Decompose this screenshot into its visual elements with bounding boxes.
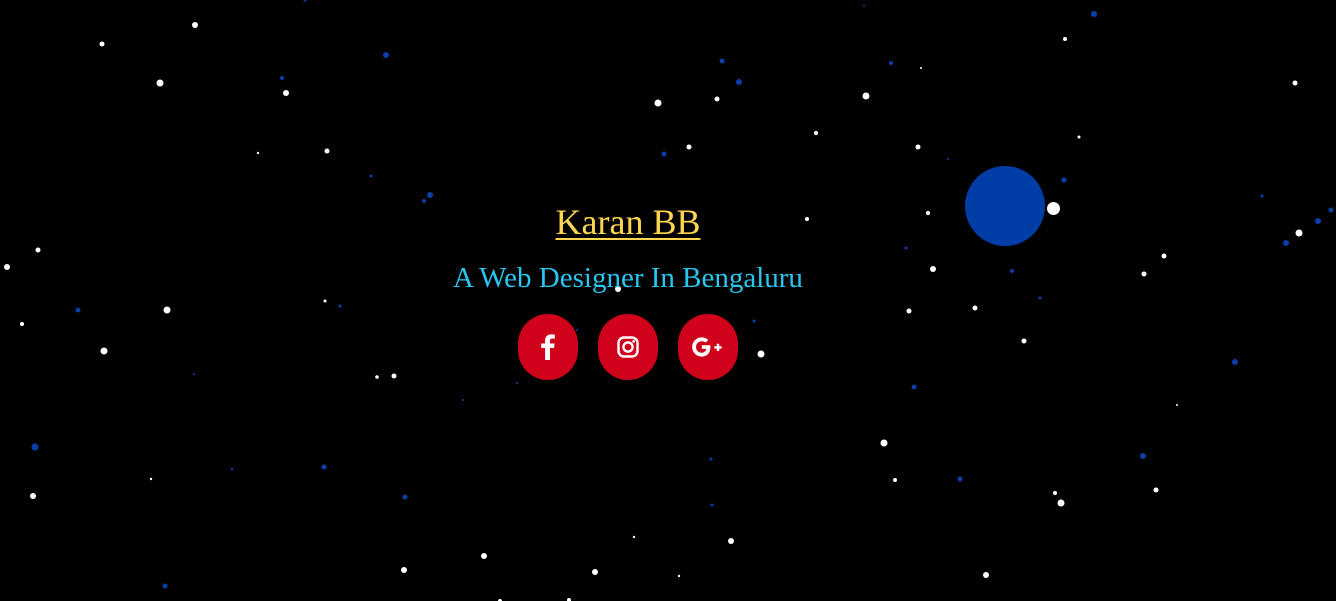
star [303,0,307,2]
star [1140,453,1146,459]
star [1328,207,1334,213]
star [192,22,198,28]
star [321,464,327,470]
star [1295,229,1303,237]
star [714,96,720,102]
star [728,538,734,544]
star [369,174,373,178]
star [280,76,284,80]
name-link[interactable]: Karan BB [556,196,701,248]
star [156,79,164,87]
hero: Karan BB A Web Designer In Bengaluru [0,196,1256,380]
star [1057,499,1065,507]
star [863,5,865,7]
star [1153,487,1159,493]
star [592,569,598,575]
space-background: Karan BB A Web Designer In Bengaluru [0,0,1336,601]
instagram-icon [617,336,639,358]
star [230,467,234,471]
star [162,583,168,589]
star [736,79,742,85]
star [862,92,870,100]
star [1292,80,1298,86]
star [462,399,464,401]
star [1176,404,1178,406]
google-plus-icon [692,337,722,357]
star [632,535,636,539]
star [1283,240,1289,246]
facebook-button[interactable] [518,314,578,380]
star [401,567,407,573]
star [383,52,389,58]
star [1260,194,1264,198]
star [516,382,518,384]
star [719,58,725,64]
star [256,151,260,155]
star [1315,218,1321,224]
star [1053,491,1057,495]
star [814,131,818,135]
star [880,439,888,447]
star [30,493,36,499]
star [324,148,330,154]
google-plus-button[interactable] [678,314,738,380]
star [983,572,989,578]
star [402,494,408,500]
star [149,477,153,481]
star [481,553,487,559]
star [661,151,667,157]
social-links [0,314,1256,380]
tagline: A Web Designer In Bengaluru [453,262,803,294]
star [654,99,662,107]
star [1061,177,1067,183]
star [677,574,681,578]
star [911,384,917,390]
star [31,443,39,451]
star [893,478,897,482]
star [920,67,922,69]
facebook-icon [541,334,555,360]
instagram-button[interactable] [598,314,658,380]
star [889,61,893,65]
star [1077,135,1081,139]
star [710,503,714,507]
star [709,457,713,461]
star [686,144,692,150]
star [1091,11,1097,17]
star [915,144,921,150]
star [99,41,105,47]
star [947,158,949,160]
star [957,476,963,482]
star [1063,37,1067,41]
star [283,90,289,96]
